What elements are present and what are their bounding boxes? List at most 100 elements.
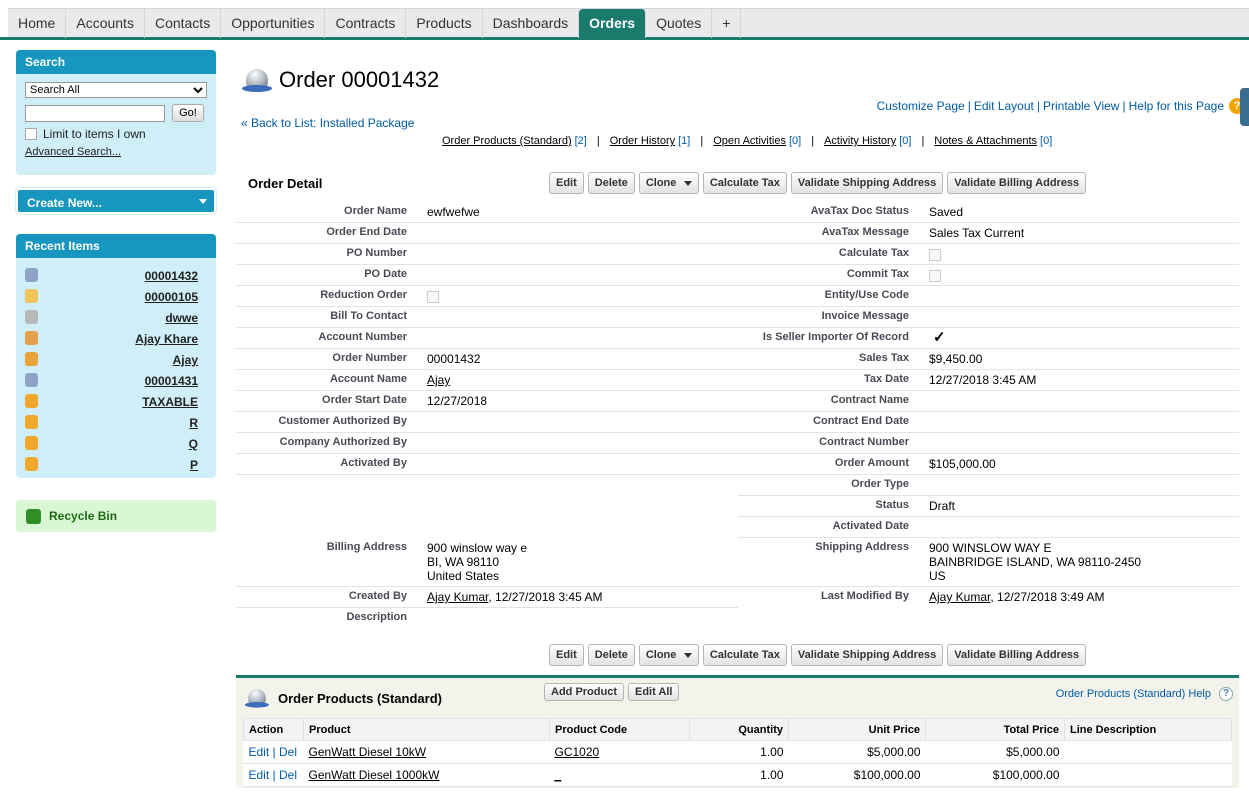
tab-accounts[interactable]: Accounts bbox=[66, 9, 145, 38]
field-value-link[interactable]: Ajay bbox=[427, 373, 450, 387]
add-product-button[interactable]: Add Product bbox=[544, 683, 624, 701]
back-to-list-link[interactable]: « Back to List: Installed Package bbox=[241, 116, 414, 130]
sidebar-pull-handle[interactable] bbox=[1240, 88, 1249, 126]
delete-button[interactable]: Delete bbox=[587, 644, 635, 666]
go-button[interactable]: Go! bbox=[172, 104, 204, 122]
help-for-page-link[interactable]: Help for this Page bbox=[1129, 99, 1224, 113]
help-icon[interactable]: ? bbox=[1219, 687, 1233, 701]
col-total-price[interactable]: Total Price bbox=[925, 718, 1065, 741]
delete-row-link[interactable]: Del bbox=[279, 768, 297, 782]
validate-billing-address-button[interactable]: Validate Billing Address bbox=[947, 172, 1087, 194]
validate-shipping-address-button[interactable]: Validate Shipping Address bbox=[790, 644, 944, 666]
field-label: Tax Date bbox=[738, 370, 918, 391]
calculate-tax-button[interactable]: Calculate Tax bbox=[702, 172, 787, 194]
recent-item[interactable]: 00001432 bbox=[25, 264, 207, 285]
recent-item-label[interactable]: TAXABLE bbox=[44, 392, 207, 409]
related-link[interactable]: Activity History [0] bbox=[824, 135, 911, 147]
created-by-user-link[interactable]: Ajay Kumar bbox=[427, 590, 488, 604]
related-link[interactable]: Open Activities [0] bbox=[713, 135, 801, 147]
product-code-link[interactable]: _ bbox=[555, 768, 562, 782]
tab-dashboards[interactable]: Dashboards bbox=[483, 9, 580, 38]
field-label: Invoice Message bbox=[738, 307, 918, 328]
recent-item[interactable]: P bbox=[25, 453, 207, 474]
search-input[interactable] bbox=[25, 104, 165, 122]
field-value-text: Draft bbox=[929, 499, 956, 513]
field-label: Account Name bbox=[236, 370, 416, 391]
col-quantity[interactable]: Quantity bbox=[689, 718, 789, 741]
field-label: AvaTax Doc Status bbox=[738, 202, 918, 223]
recent-item[interactable]: Q bbox=[25, 432, 207, 453]
validate-shipping-address-button[interactable]: Validate Shipping Address bbox=[790, 172, 944, 194]
recent-item[interactable]: dwwe bbox=[25, 306, 207, 327]
recent-item-label[interactable]: P bbox=[44, 455, 207, 472]
limit-to-owned-checkbox[interactable] bbox=[25, 128, 37, 140]
line-description-cell bbox=[1064, 763, 1232, 787]
product-link[interactable]: GenWatt Diesel 1000kW bbox=[309, 768, 440, 782]
recent-item-label[interactable]: dwwe bbox=[44, 308, 207, 325]
recent-item[interactable]: 00000105 bbox=[25, 285, 207, 306]
col-unit-price[interactable]: Unit Price bbox=[788, 718, 926, 741]
printable-view-link[interactable]: Printable View bbox=[1043, 99, 1120, 113]
product-link[interactable]: GenWatt Diesel 10kW bbox=[309, 745, 427, 759]
recent-item-label[interactable]: Q bbox=[44, 434, 207, 451]
customize-page-link[interactable]: Customize Page bbox=[877, 99, 965, 113]
product-code-link[interactable]: GC1020 bbox=[555, 745, 600, 759]
tab-more[interactable]: + bbox=[712, 9, 742, 38]
validate-billing-address-button[interactable]: Validate Billing Address bbox=[947, 644, 1087, 666]
created-modified-row: Created By Ajay Kumar, 12/27/2018 3:45 A… bbox=[236, 587, 1239, 608]
edit-row-link[interactable]: Edit bbox=[249, 745, 270, 759]
col-line-description[interactable]: Line Description bbox=[1064, 718, 1232, 741]
order-products-help-link[interactable]: Order Products (Standard) Help bbox=[1056, 688, 1211, 700]
page-title: Order 00001432 bbox=[279, 67, 440, 92]
tab-quotes[interactable]: Quotes bbox=[646, 9, 713, 38]
recent-item[interactable]: TAXABLE bbox=[25, 390, 207, 411]
edit-layout-link[interactable]: Edit Layout bbox=[974, 99, 1034, 113]
create-new-menu[interactable]: Create New... bbox=[16, 188, 216, 214]
related-link[interactable]: Notes & Attachments [0] bbox=[934, 135, 1052, 147]
clone-button[interactable]: Clone bbox=[638, 172, 699, 194]
recent-item-label[interactable]: Ajay bbox=[44, 350, 207, 367]
col-product[interactable]: Product bbox=[303, 718, 550, 741]
recent-item-label[interactable]: 00001431 bbox=[44, 371, 207, 388]
recent-item-label[interactable]: 00000105 bbox=[44, 287, 207, 304]
field-value bbox=[918, 433, 1239, 454]
recent-item-label[interactable]: R bbox=[44, 413, 207, 430]
recent-item-label[interactable]: Ajay Khare bbox=[44, 329, 207, 346]
tab-contacts[interactable]: Contacts bbox=[145, 9, 222, 38]
field-label: Contract Name bbox=[738, 391, 918, 412]
detail-row: Account Number Is Seller Importer Of Reco… bbox=[236, 328, 1239, 349]
tab-home[interactable]: Home bbox=[8, 9, 67, 38]
clone-label: Clone bbox=[645, 177, 677, 189]
search-scope-select[interactable]: Search All bbox=[25, 82, 207, 98]
recent-item[interactable]: R bbox=[25, 411, 207, 432]
related-link[interactable]: Order History [1] bbox=[610, 135, 691, 147]
tab-opportunities[interactable]: Opportunities bbox=[221, 9, 326, 38]
tab-orders[interactable]: Orders bbox=[579, 9, 647, 38]
tab-products[interactable]: Products bbox=[406, 9, 483, 38]
edit-all-button[interactable]: Edit All bbox=[628, 683, 680, 701]
field-value-text: 12/27/2018 bbox=[427, 394, 488, 408]
calculate-tax-button[interactable]: Calculate Tax bbox=[702, 644, 787, 666]
recent-item[interactable]: 00001431 bbox=[25, 369, 207, 390]
edit-row-link[interactable]: Edit bbox=[249, 768, 270, 782]
delete-button[interactable]: Delete bbox=[587, 172, 635, 194]
detail-row: Activated By Order Amount $105,000.00 bbox=[236, 454, 1239, 475]
edit-button[interactable]: Edit bbox=[549, 172, 584, 194]
detail-row: Reduction Order Entity/Use Code bbox=[236, 286, 1239, 307]
edit-button[interactable]: Edit bbox=[549, 644, 584, 666]
delete-row-link[interactable]: Del bbox=[279, 745, 297, 759]
modified-by-user-link[interactable]: Ajay Kumar bbox=[929, 590, 990, 604]
recent-item[interactable]: Ajay Khare bbox=[25, 327, 207, 348]
recent-item-label[interactable]: 00001432 bbox=[44, 266, 207, 283]
recent-item[interactable]: Ajay bbox=[25, 348, 207, 369]
tab-contracts[interactable]: Contracts bbox=[325, 9, 407, 38]
product-cell: GenWatt Diesel 1000kW bbox=[303, 763, 550, 787]
advanced-search-link[interactable]: Advanced Search... bbox=[25, 146, 207, 158]
clone-button[interactable]: Clone bbox=[638, 644, 699, 666]
related-link[interactable]: Order Products (Standard) [2] bbox=[442, 135, 587, 147]
generic-record-icon bbox=[25, 309, 38, 324]
field-value bbox=[416, 286, 738, 307]
col-product-code[interactable]: Product Code bbox=[549, 718, 690, 741]
recycle-bin-link[interactable]: Recycle Bin bbox=[16, 500, 216, 532]
detail-row: Order Number 00001432 Sales Tax $9,450.00 bbox=[236, 349, 1239, 370]
